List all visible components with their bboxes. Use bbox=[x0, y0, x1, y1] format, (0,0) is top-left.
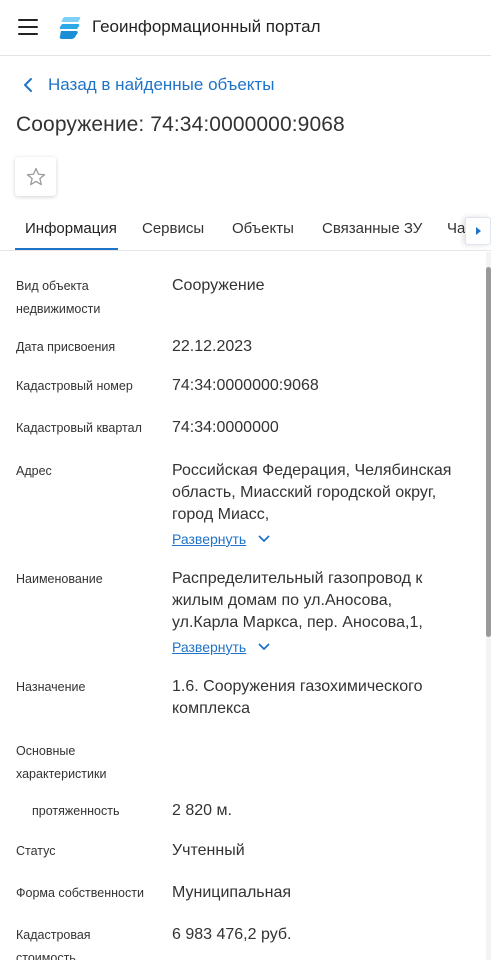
chevron-down-icon bbox=[258, 643, 270, 650]
active-tab-indicator bbox=[15, 248, 118, 250]
info-label: Адрес bbox=[16, 464, 52, 478]
expand-label: Развернуть bbox=[172, 639, 247, 655]
info-value: 22.12.2023 bbox=[172, 338, 253, 355]
tab-related-land[interactable]: Связанные ЗУ bbox=[322, 220, 422, 237]
tab-objects[interactable]: Объекты bbox=[232, 220, 294, 237]
info-label: Кадастровый номер bbox=[16, 379, 133, 393]
info-label: Статус bbox=[16, 844, 56, 858]
address-expand-link[interactable]: Развернуть bbox=[172, 531, 270, 547]
info-value: Российская Федерация, Челябинская област… bbox=[172, 462, 452, 523]
info-value: 6 983 476,2 руб. bbox=[172, 926, 292, 943]
tabs-scroll-right-button[interactable] bbox=[465, 217, 491, 245]
star-icon bbox=[26, 167, 45, 185]
tab-services[interactable]: Сервисы bbox=[142, 220, 204, 237]
info-value: 74:34:0000000 bbox=[172, 419, 279, 436]
portal-logo-icon bbox=[59, 17, 81, 39]
arrow-right-icon bbox=[476, 227, 481, 235]
object-info-panel: Вид объекта недвижимости Сооружение Дата… bbox=[0, 252, 486, 960]
info-label: Основные характеристики bbox=[16, 744, 107, 781]
info-label: Назначение bbox=[16, 680, 86, 694]
app-header: Геоинформационный портал bbox=[0, 0, 491, 56]
info-label: Вид объекта недвижимости bbox=[16, 279, 101, 316]
page-title: Сооружение: 74:34:0000000:9068 bbox=[16, 113, 345, 136]
info-value: 74:34:0000000:9068 bbox=[172, 377, 319, 394]
back-to-results-link[interactable]: Назад в найденные объекты bbox=[22, 73, 274, 97]
info-label: протяженность bbox=[32, 804, 120, 818]
content-scrollbar[interactable] bbox=[486, 252, 491, 960]
back-link-label: Назад в найденные объекты bbox=[48, 75, 275, 94]
info-label: Кадастровая стоимость bbox=[16, 928, 91, 960]
favorite-button[interactable] bbox=[15, 157, 56, 196]
info-value: Сооружение bbox=[172, 277, 265, 294]
tab-information[interactable]: Информация bbox=[25, 220, 117, 237]
tab-parts[interactable]: Ча bbox=[447, 220, 465, 237]
info-label: Дата присвоения bbox=[16, 340, 116, 354]
scrollbar-thumb[interactable] bbox=[486, 267, 491, 637]
info-label: Форма собственности bbox=[16, 886, 144, 900]
hamburger-menu-icon[interactable] bbox=[18, 19, 38, 35]
tab-bar: Информация Сервисы Объекты Связанные ЗУ … bbox=[0, 208, 491, 251]
info-label: Кадастровый квартал bbox=[16, 421, 142, 435]
chevron-left-icon bbox=[24, 78, 32, 92]
app-title: Геоинформационный портал bbox=[92, 17, 321, 36]
info-label: Наименование bbox=[16, 572, 103, 586]
name-expand-link[interactable]: Развернуть bbox=[172, 639, 270, 655]
chevron-down-icon bbox=[258, 535, 270, 542]
info-value: Муниципальная bbox=[172, 884, 292, 901]
info-value: Распределительный газопровод к жилым дом… bbox=[172, 570, 423, 631]
info-value: 1.6. Сооружения газохимического комплекс… bbox=[172, 678, 423, 717]
info-value: 2 820 м. bbox=[172, 802, 232, 819]
expand-label: Развернуть bbox=[172, 531, 247, 547]
info-value: Учтенный bbox=[172, 842, 245, 859]
